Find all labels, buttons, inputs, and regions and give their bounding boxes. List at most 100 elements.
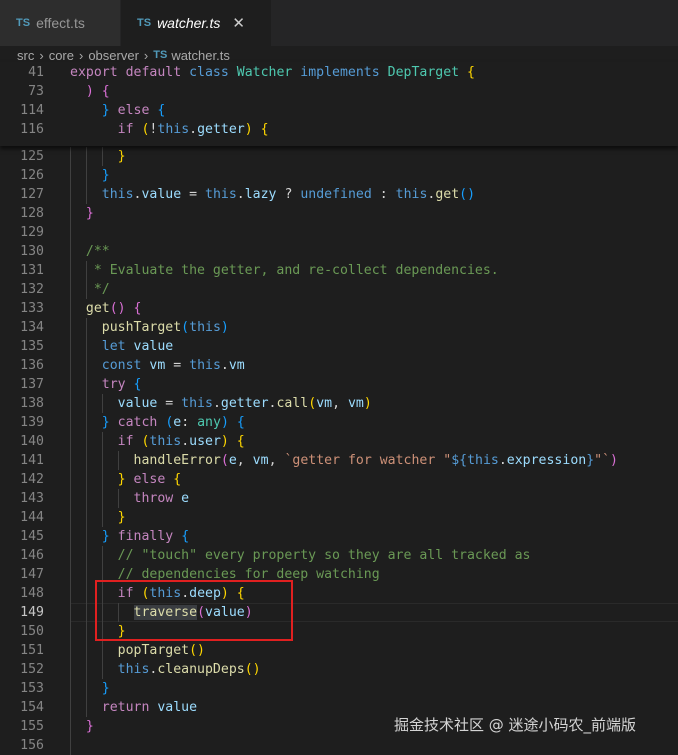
code-line[interactable]: 140 if (this.user) { — [0, 432, 678, 451]
code-token: { — [260, 122, 269, 137]
code-line[interactable]: 125 } — [0, 147, 678, 166]
line-number: 147 — [20, 567, 44, 582]
line-source: handleError(e, vm, `getter for watcher "… — [70, 451, 618, 470]
code-line[interactable]: 135 let value — [0, 337, 678, 356]
line-source: this.value = this.lazy ? undefined : thi… — [70, 185, 475, 204]
code-token: if — [117, 434, 142, 449]
code-line[interactable]: 130 /** — [0, 242, 678, 261]
code-token: get — [85, 301, 110, 316]
code-line[interactable]: 138 value = this.getter.call(vm, vm) — [0, 394, 678, 413]
code-line[interactable]: 126 } — [0, 166, 678, 185]
line-number: 156 — [20, 738, 44, 753]
code-token: : — [181, 415, 198, 430]
code-token: this — [157, 122, 190, 137]
code-line[interactable]: 146 // "touch" every property so they ar… — [0, 546, 678, 565]
code-token: () — [459, 187, 476, 202]
code-token: ( — [181, 320, 190, 335]
line-source: throw e — [70, 489, 190, 508]
code-token: * Evaluate the getter, and re-collect de… — [70, 263, 499, 278]
code-line[interactable]: 133 get() { — [0, 299, 678, 318]
code-line[interactable]: 151 popTarget() — [0, 641, 678, 660]
code-token: `getter for watcher " — [284, 453, 452, 468]
code-line[interactable]: 142 } else { — [0, 470, 678, 489]
watermark: 掘金技术社区 @ 迷途小码农_前端版 — [394, 716, 637, 734]
line-number: 151 — [20, 643, 44, 658]
line-number: 114 — [20, 103, 44, 118]
line-number: 153 — [20, 681, 44, 696]
code-line[interactable]: 41 export default class Watcher implement… — [0, 63, 678, 82]
code-line[interactable]: 144 } — [0, 508, 678, 527]
code-token: e — [181, 491, 190, 506]
code-editor[interactable]: 125 } 126 } 127 this.value = this.lazy ? u… — [0, 0, 678, 755]
code-line[interactable]: 114 } else { — [0, 101, 678, 120]
code-token: . — [189, 122, 198, 137]
code-token: pushTarget — [101, 320, 182, 335]
code-token: export — [70, 65, 126, 80]
code-line[interactable]: 141 handleError(e, vm, `getter for watch… — [0, 451, 678, 470]
code-line[interactable]: 143 throw e — [0, 489, 678, 508]
code-line[interactable]: 139 } catch (e: any) { — [0, 413, 678, 432]
code-line[interactable]: 132 */ — [0, 280, 678, 299]
code-token: vm — [149, 358, 166, 373]
code-token: "` — [594, 453, 611, 468]
line-source: if (!this.getter) { — [70, 120, 269, 139]
line-source: } catch (e: any) { — [70, 413, 245, 432]
code-token: cleanupDeps — [157, 662, 245, 677]
code-line[interactable]: 156 — [0, 736, 678, 755]
code-token: ) { — [85, 84, 110, 99]
code-token: this — [467, 453, 499, 468]
code-line[interactable]: 153 } — [0, 679, 678, 698]
code-line[interactable]: 136 const vm = this.vm — [0, 356, 678, 375]
code-line[interactable]: 128 } — [0, 204, 678, 223]
code-token: this — [189, 320, 221, 335]
code-line[interactable]: 137 try { — [0, 375, 678, 394]
code-token: else — [117, 103, 158, 118]
line-number: 154 — [20, 700, 44, 715]
code-token: { — [236, 415, 245, 430]
code-token: } — [117, 472, 126, 487]
code-token: ) — [244, 122, 261, 137]
code-line[interactable]: 152 this.cleanupDeps() — [0, 660, 678, 679]
code-token: ) — [363, 396, 372, 411]
code-line[interactable]: 73 ) { — [0, 82, 678, 101]
line-number: 126 — [20, 168, 44, 183]
code-token: implements — [300, 65, 388, 80]
code-token: vm — [228, 358, 245, 373]
line-source: } — [70, 679, 110, 698]
code-line[interactable]: 131 * Evaluate the getter, and re-collec… — [0, 261, 678, 280]
code-token: . — [236, 187, 245, 202]
code-line[interactable]: 129 — [0, 223, 678, 242]
line-source: const vm = this.vm — [70, 356, 245, 375]
code-token: { — [173, 472, 182, 487]
code-token: e — [228, 453, 237, 468]
line-source: value = this.getter.call(vm, vm) — [70, 394, 372, 413]
line-number: 136 — [20, 358, 44, 373]
line-source: if (this.user) { — [70, 432, 245, 451]
line-number: 152 — [20, 662, 44, 677]
code-token: () — [244, 662, 261, 677]
code-line[interactable]: 116 if (!this.getter) { — [0, 120, 678, 139]
sticky-scroll-header[interactable]: 41 export default class Watcher implement… — [0, 62, 678, 146]
code-token: if — [117, 122, 142, 137]
code-token: class — [189, 65, 237, 80]
line-number: 131 — [20, 263, 44, 278]
line-number: 134 — [20, 320, 44, 335]
code-line[interactable]: 145 } finally { — [0, 527, 678, 546]
code-token: catch — [117, 415, 166, 430]
line-number: 139 — [20, 415, 44, 430]
code-token: , — [268, 453, 285, 468]
line-source: export default class Watcher implements … — [70, 63, 475, 82]
code-line[interactable]: 134 pushTarget(this) — [0, 318, 678, 337]
code-line[interactable]: 127 this.value = this.lazy ? undefined :… — [0, 185, 678, 204]
